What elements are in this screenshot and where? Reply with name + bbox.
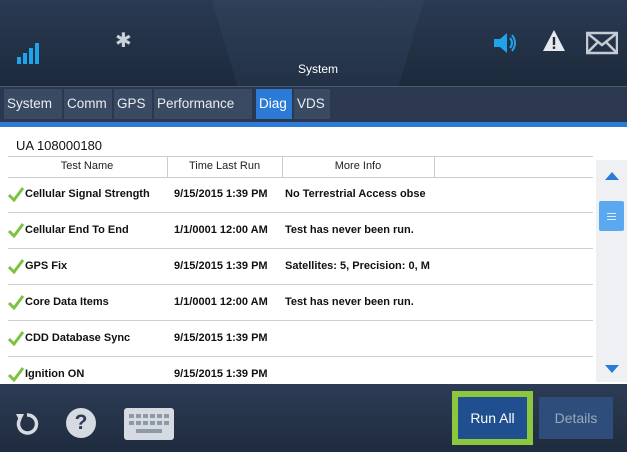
- tab-performance[interactable]: Performance: [154, 89, 252, 119]
- tab-diag[interactable]: Diag: [256, 89, 292, 119]
- time-last-run: 9/15/2015 1:39 PM: [174, 260, 268, 272]
- keyboard-icon[interactable]: [124, 408, 174, 440]
- table-row[interactable]: CDD Database Sync 9/15/2015 1:39 PM: [8, 321, 593, 357]
- test-name: Cellular End To End: [25, 224, 129, 236]
- time-last-run: 9/15/2015 1:39 PM: [174, 368, 268, 380]
- page-title: System: [297, 62, 338, 76]
- check-icon: [8, 331, 24, 346]
- check-icon: [8, 259, 24, 274]
- test-name: Cellular Signal Strength: [25, 188, 150, 200]
- signal-icon: [17, 42, 43, 64]
- status-bar: System ✱: [0, 0, 627, 86]
- scroll-down-icon[interactable]: [605, 365, 619, 373]
- speaker-icon[interactable]: [492, 31, 518, 55]
- check-icon: [8, 367, 24, 382]
- table-row[interactable]: Cellular Signal Strength 9/15/2015 1:39 …: [8, 177, 593, 213]
- details-button[interactable]: Details: [539, 397, 613, 439]
- check-icon: [8, 187, 24, 202]
- tab-bar: System Comm GPS Performance Diag VDS: [0, 86, 627, 123]
- check-icon: [8, 223, 24, 238]
- scrollbar[interactable]: [596, 160, 627, 382]
- table-row[interactable]: Core Data Items 1/1/0001 12:00 AM Test h…: [8, 285, 593, 321]
- table-row[interactable]: GPS Fix 9/15/2015 1:39 PM Satellites: 5,…: [8, 249, 593, 285]
- column-header-more-info: More Info: [334, 160, 382, 172]
- time-last-run: 1/1/0001 12:00 AM: [174, 296, 268, 308]
- refresh-icon[interactable]: [14, 411, 40, 437]
- tab-gps[interactable]: GPS: [114, 89, 152, 119]
- mail-icon[interactable]: [586, 31, 618, 55]
- column-header-time: Time Last Run: [188, 160, 261, 172]
- more-info: No Terrestrial Access obse: [285, 188, 426, 200]
- more-info: Satellites: 5, Precision: 0, M: [285, 260, 430, 272]
- tab-vds[interactable]: VDS: [294, 89, 330, 119]
- bottom-toolbar: ? Run All Details: [0, 384, 627, 452]
- check-icon: [8, 295, 24, 310]
- more-info: Test has never been run.: [285, 296, 414, 308]
- time-last-run: 1/1/0001 12:00 AM: [174, 224, 268, 236]
- test-name: Core Data Items: [25, 296, 109, 308]
- test-name: CDD Database Sync: [25, 332, 131, 344]
- run-all-button[interactable]: Run All: [458, 397, 527, 439]
- test-name: GPS Fix: [25, 260, 68, 272]
- bluetooth-icon: ✱: [115, 30, 132, 52]
- tab-comm[interactable]: Comm: [64, 89, 112, 119]
- test-list: Cellular Signal Strength 9/15/2015 1:39 …: [8, 177, 593, 393]
- scroll-thumb[interactable]: [599, 201, 624, 231]
- warning-icon[interactable]: [542, 29, 566, 53]
- test-name: Ignition ON: [25, 368, 85, 380]
- time-last-run: 9/15/2015 1:39 PM: [174, 332, 268, 344]
- unit-id: UA 108000180: [16, 138, 103, 153]
- column-header-test-name: Test Name: [60, 160, 114, 172]
- table-header: Test Name Time Last Run More Info: [8, 156, 593, 178]
- tab-underline: [0, 122, 627, 127]
- table-row[interactable]: Cellular End To End 1/1/0001 12:00 AM Te…: [8, 213, 593, 249]
- scroll-up-icon[interactable]: [605, 172, 619, 180]
- help-icon[interactable]: ?: [66, 408, 96, 438]
- time-last-run: 9/15/2015 1:39 PM: [174, 188, 268, 200]
- more-info: Test has never been run.: [285, 224, 414, 236]
- tab-system[interactable]: System: [4, 89, 62, 119]
